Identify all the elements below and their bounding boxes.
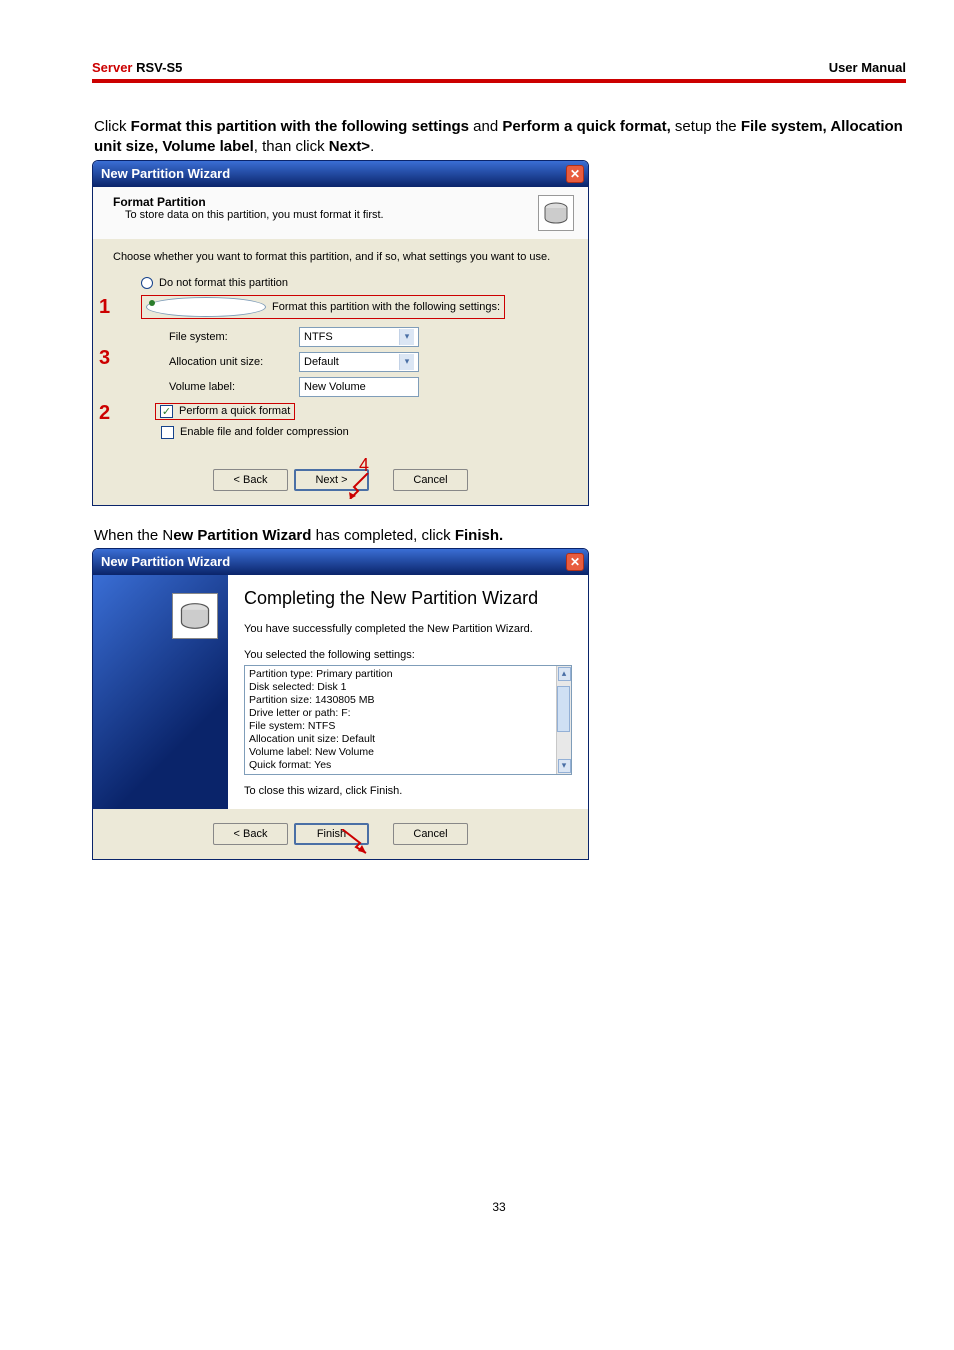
i2-b1: ew Partition Wizard bbox=[173, 527, 311, 544]
header-right: User Manual bbox=[829, 60, 906, 75]
list-item: Partition type: Primary partition bbox=[249, 668, 555, 681]
file-system-select[interactable]: NTFS ▾ bbox=[299, 327, 419, 347]
back-button[interactable]: < Back bbox=[213, 469, 288, 491]
i2-pre: When the N bbox=[94, 527, 173, 544]
checkbox-enable-compression[interactable]: Enable file and folder compression bbox=[161, 426, 568, 439]
i1-m1: and bbox=[469, 118, 502, 135]
i1-pre: Click bbox=[94, 118, 131, 135]
callout-2: 2 bbox=[99, 402, 110, 425]
finish-label: Finish bbox=[317, 828, 346, 840]
i1-b1: Format this partition with the following… bbox=[131, 118, 469, 135]
i1-m3: , than click bbox=[254, 138, 329, 155]
list-item: Partition size: 1430805 MB bbox=[249, 694, 555, 707]
lead-subtitle: To store data on this partition, you mus… bbox=[125, 209, 384, 221]
list-item: File system: NTFS bbox=[249, 720, 555, 733]
i1-m2: setup the bbox=[671, 118, 741, 135]
wizard-buttons: < Back Next > 4 Cancel bbox=[93, 455, 588, 505]
next-button[interactable]: Next > 4 bbox=[294, 469, 369, 491]
check-icon: ✓ bbox=[160, 405, 173, 418]
compression-label: Enable file and folder compression bbox=[180, 426, 349, 438]
header-left: Server RSV-S5 bbox=[92, 60, 182, 75]
back-label: < Back bbox=[234, 828, 268, 840]
window-title: New Partition Wizard bbox=[101, 166, 230, 181]
au-value: Default bbox=[304, 356, 339, 368]
callout-4: 4 bbox=[359, 455, 369, 476]
i2-b2: Finish. bbox=[455, 527, 503, 544]
complete-selected-label: You selected the following settings: bbox=[244, 649, 572, 661]
callout-3: 3 bbox=[99, 347, 110, 370]
titlebar[interactable]: New Partition Wizard ✕ bbox=[93, 161, 588, 187]
callout-1: 1 bbox=[99, 296, 110, 319]
volume-label-input[interactable]: New Volume bbox=[299, 377, 419, 397]
instruction-1: Click Format this partition with the fol… bbox=[92, 117, 906, 158]
header-model: RSV-S5 bbox=[132, 60, 182, 75]
disk-icon bbox=[172, 593, 218, 639]
finish-button[interactable]: Finish bbox=[294, 823, 369, 845]
header-server: Server bbox=[92, 60, 132, 75]
scroll-down-icon[interactable]: ▾ bbox=[558, 759, 571, 773]
complete-done-text: You have successfully completed the New … bbox=[244, 623, 572, 635]
cancel-label: Cancel bbox=[413, 828, 447, 840]
list-item: Drive letter or path: F: bbox=[249, 707, 555, 720]
new-partition-wizard-complete: New Partition Wizard ✕ Completing the Ne… bbox=[92, 548, 589, 860]
fs-label: File system: bbox=[169, 331, 299, 343]
i1-b4: Next> bbox=[329, 138, 370, 155]
list-item: Allocation unit size: Default bbox=[249, 733, 555, 746]
wizard-lead: Format Partition To store data on this p… bbox=[93, 187, 588, 239]
quick-format-label: Perform a quick format bbox=[179, 405, 290, 417]
close-instruction: To close this wizard, click Finish. bbox=[244, 785, 572, 797]
radio-label-no: Do not format this partition bbox=[159, 277, 288, 289]
cancel-label: Cancel bbox=[413, 474, 447, 486]
cancel-button[interactable]: Cancel bbox=[393, 469, 468, 491]
i1-b2: Perform a quick format, bbox=[502, 118, 670, 135]
radio-format-with-settings[interactable]: Format this partition with the following… bbox=[141, 295, 568, 319]
field-file-system: File system: NTFS ▾ bbox=[169, 327, 568, 347]
page-header: Server RSV-S5 User Manual bbox=[92, 60, 906, 79]
scroll-up-icon[interactable]: ▴ bbox=[558, 667, 571, 681]
scrollbar[interactable]: ▴ ▾ bbox=[556, 666, 571, 774]
i2-mid: has completed, click bbox=[311, 527, 454, 544]
chevron-down-icon: ▾ bbox=[399, 354, 414, 370]
field-volume-label: Volume label: New Volume bbox=[169, 377, 568, 397]
list-item: Volume label: New Volume bbox=[249, 746, 555, 759]
vl-value: New Volume bbox=[304, 381, 366, 393]
back-label: < Back bbox=[234, 474, 268, 486]
check-icon bbox=[161, 426, 174, 439]
disk-icon bbox=[538, 195, 574, 231]
chevron-down-icon: ▾ bbox=[399, 329, 414, 345]
titlebar[interactable]: New Partition Wizard ✕ bbox=[93, 549, 588, 575]
lead-title: Format Partition bbox=[113, 195, 384, 209]
checkbox-quick-format[interactable]: ✓ Perform a quick format bbox=[155, 403, 568, 420]
page-number: 33 bbox=[92, 1200, 906, 1214]
format-prompt: Choose whether you want to format this p… bbox=[113, 251, 568, 263]
list-item: Quick format: Yes bbox=[249, 759, 555, 772]
next-label: Next > bbox=[315, 474, 347, 486]
list-item: Disk selected: Disk 1 bbox=[249, 681, 555, 694]
complete-heading: Completing the New Partition Wizard bbox=[244, 589, 572, 609]
scroll-thumb[interactable] bbox=[557, 686, 570, 732]
wizard-banner bbox=[93, 575, 228, 809]
header-rule bbox=[92, 79, 906, 83]
au-label: Allocation unit size: bbox=[169, 356, 299, 368]
cancel-button[interactable]: Cancel bbox=[393, 823, 468, 845]
back-button[interactable]: < Back bbox=[213, 823, 288, 845]
radio-do-not-format[interactable]: Do not format this partition bbox=[141, 277, 568, 289]
new-partition-wizard-format: New Partition Wizard ✕ Format Partition … bbox=[92, 160, 589, 506]
wizard-buttons: < Back Finish Cancel bbox=[93, 809, 588, 859]
settings-summary-list[interactable]: Partition type: Primary partition Disk s… bbox=[244, 665, 572, 775]
radio-icon bbox=[146, 297, 266, 317]
field-allocation-unit: Allocation unit size: Default ▾ bbox=[169, 352, 568, 372]
fs-value: NTFS bbox=[304, 331, 333, 343]
close-icon[interactable]: ✕ bbox=[566, 165, 584, 183]
radio-label-yes: Format this partition with the following… bbox=[272, 301, 500, 313]
window-title: New Partition Wizard bbox=[101, 554, 230, 569]
vl-label: Volume label: bbox=[169, 381, 299, 393]
i1-end: . bbox=[370, 138, 374, 155]
instruction-2: When the New Partition Wizard has comple… bbox=[92, 526, 906, 546]
close-icon[interactable]: ✕ bbox=[566, 553, 584, 571]
radio-icon bbox=[141, 277, 153, 289]
arrow-icon bbox=[348, 473, 374, 499]
allocation-unit-select[interactable]: Default ▾ bbox=[299, 352, 419, 372]
